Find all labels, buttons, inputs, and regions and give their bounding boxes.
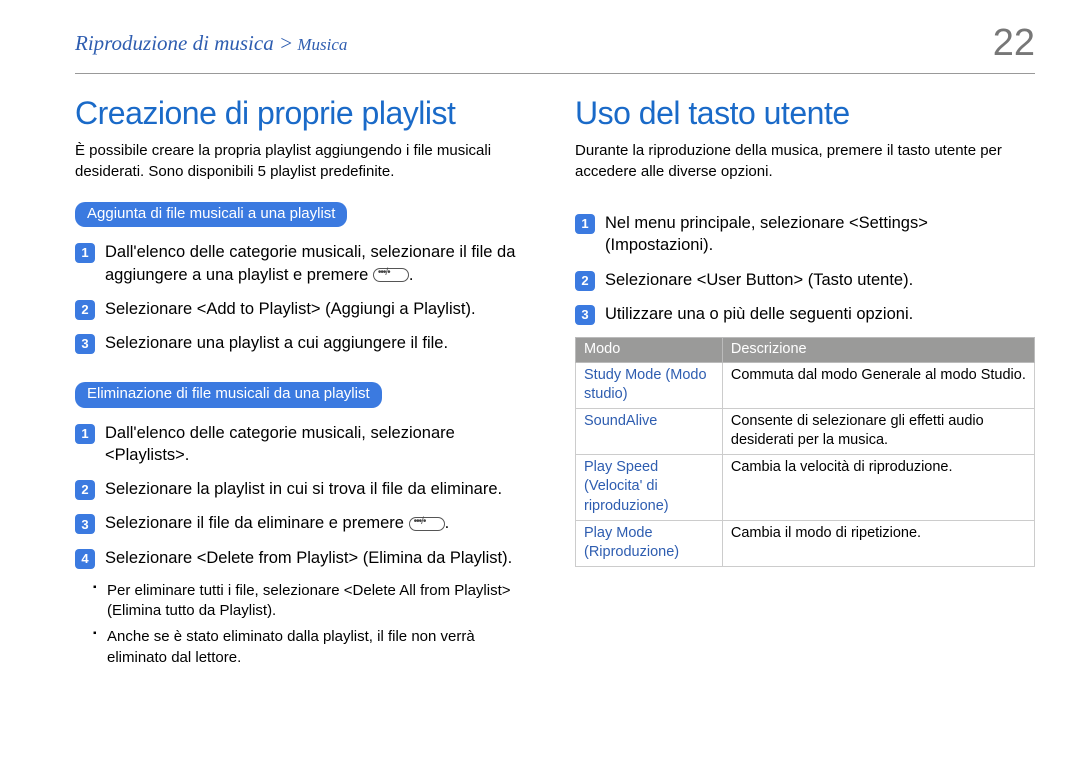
table-row: Study Mode (Modo studio) Commuta dal mod… — [576, 362, 1035, 408]
right-column: Uso del tasto utente Durante la riproduz… — [575, 92, 1035, 674]
page-header: Riproduzione di musica > Musica 22 — [75, 18, 1035, 74]
step-number: 1 — [75, 243, 95, 263]
breadcrumb-main: Riproduzione di musica > — [75, 31, 293, 55]
step-number: 1 — [75, 424, 95, 444]
desc-cell: Cambia la velocità di riproduzione. — [722, 454, 1034, 520]
table-row: SoundAlive Consente di selezionare gli e… — [576, 408, 1035, 454]
step-text: Dall'elenco delle categorie musicali, se… — [105, 422, 535, 467]
mode-cell: Play Speed (Velocita' di riproduzione) — [576, 454, 723, 520]
step-number: 2 — [575, 271, 595, 291]
step-item: 2 Selezionare la playlist in cui si trov… — [75, 478, 535, 500]
subsection-pill-delete: Eliminazione di file musicali da una pla… — [75, 382, 382, 407]
step-number: 3 — [575, 305, 595, 325]
mode-cell: Study Mode (Modo studio) — [576, 362, 723, 408]
step-item: 3 Selezionare il file da eliminare e pre… — [75, 512, 535, 534]
section-intro: Durante la riproduzione della musica, pr… — [575, 141, 1035, 182]
step-item: 3 Utilizzare una o più delle seguenti op… — [575, 303, 1035, 325]
step-text: Selezionare il file da eliminare e preme… — [105, 512, 535, 534]
breadcrumb-sub: Musica — [293, 35, 347, 54]
content-columns: Creazione di proprie playlist È possibil… — [75, 92, 1035, 674]
desc-cell: Consente di selezionare gli effetti audi… — [722, 408, 1034, 454]
table-header-row: Modo Descrizione — [576, 338, 1035, 363]
step-number: 3 — [75, 514, 95, 534]
step-text: Selezionare <User Button> (Tasto utente)… — [605, 269, 1035, 291]
step-item: 2 Selezionare <Add to Playlist> (Aggiung… — [75, 298, 535, 320]
step-number: 2 — [75, 480, 95, 500]
step-text: Selezionare una playlist a cui aggiunger… — [105, 332, 535, 354]
breadcrumb: Riproduzione di musica > Musica — [75, 29, 347, 57]
menu-button-icon — [409, 517, 445, 531]
step-text: Selezionare <Add to Playlist> (Aggiungi … — [105, 298, 535, 320]
step-item: 3 Selezionare una playlist a cui aggiung… — [75, 332, 535, 354]
step-number: 1 — [575, 214, 595, 234]
step-item: 1 Nel menu principale, selezionare <Sett… — [575, 212, 1035, 257]
section-title: Uso del tasto utente — [575, 92, 1035, 135]
table-row: Play Speed (Velocita' di riproduzione) C… — [576, 454, 1035, 520]
step-item: 4 Selezionare <Delete from Playlist> (El… — [75, 547, 535, 569]
step-number: 2 — [75, 300, 95, 320]
step-text: Utilizzare una o più delle seguenti opzi… — [605, 303, 1035, 325]
step-number: 4 — [75, 549, 95, 569]
note-item: Anche se è stato eliminato dalla playlis… — [107, 627, 535, 668]
left-column: Creazione di proprie playlist È possibil… — [75, 92, 535, 674]
table-header: Descrizione — [722, 338, 1034, 363]
mode-cell: SoundAlive — [576, 408, 723, 454]
note-item: Per eliminare tutti i file, selezionare … — [107, 581, 535, 622]
menu-button-icon — [373, 268, 409, 282]
step-item: 1 Dall'elenco delle categorie musicali, … — [75, 422, 535, 467]
desc-cell: Commuta dal modo Generale al modo Studio… — [722, 362, 1034, 408]
page-number: 22 — [993, 18, 1035, 69]
step-item: 1 Dall'elenco delle categorie musicali, … — [75, 241, 535, 286]
mode-cell: Play Mode (Riproduzione) — [576, 520, 723, 566]
step-text: Selezionare la playlist in cui si trova … — [105, 478, 535, 500]
notes-list: Per eliminare tutti i file, selezionare … — [75, 581, 535, 668]
section-intro: È possibile creare la propria playlist a… — [75, 141, 535, 182]
step-text: Selezionare <Delete from Playlist> (Elim… — [105, 547, 535, 569]
section-title: Creazione di proprie playlist — [75, 92, 535, 135]
step-text: Dall'elenco delle categorie musicali, se… — [105, 241, 535, 286]
step-text: Nel menu principale, selezionare <Settin… — [605, 212, 1035, 257]
table-row: Play Mode (Riproduzione) Cambia il modo … — [576, 520, 1035, 566]
step-number: 3 — [75, 334, 95, 354]
desc-cell: Cambia il modo di ripetizione. — [722, 520, 1034, 566]
options-table: Modo Descrizione Study Mode (Modo studio… — [575, 337, 1035, 567]
table-header: Modo — [576, 338, 723, 363]
subsection-pill-add: Aggiunta di file musicali a una playlist — [75, 202, 347, 227]
step-item: 2 Selezionare <User Button> (Tasto utent… — [575, 269, 1035, 291]
